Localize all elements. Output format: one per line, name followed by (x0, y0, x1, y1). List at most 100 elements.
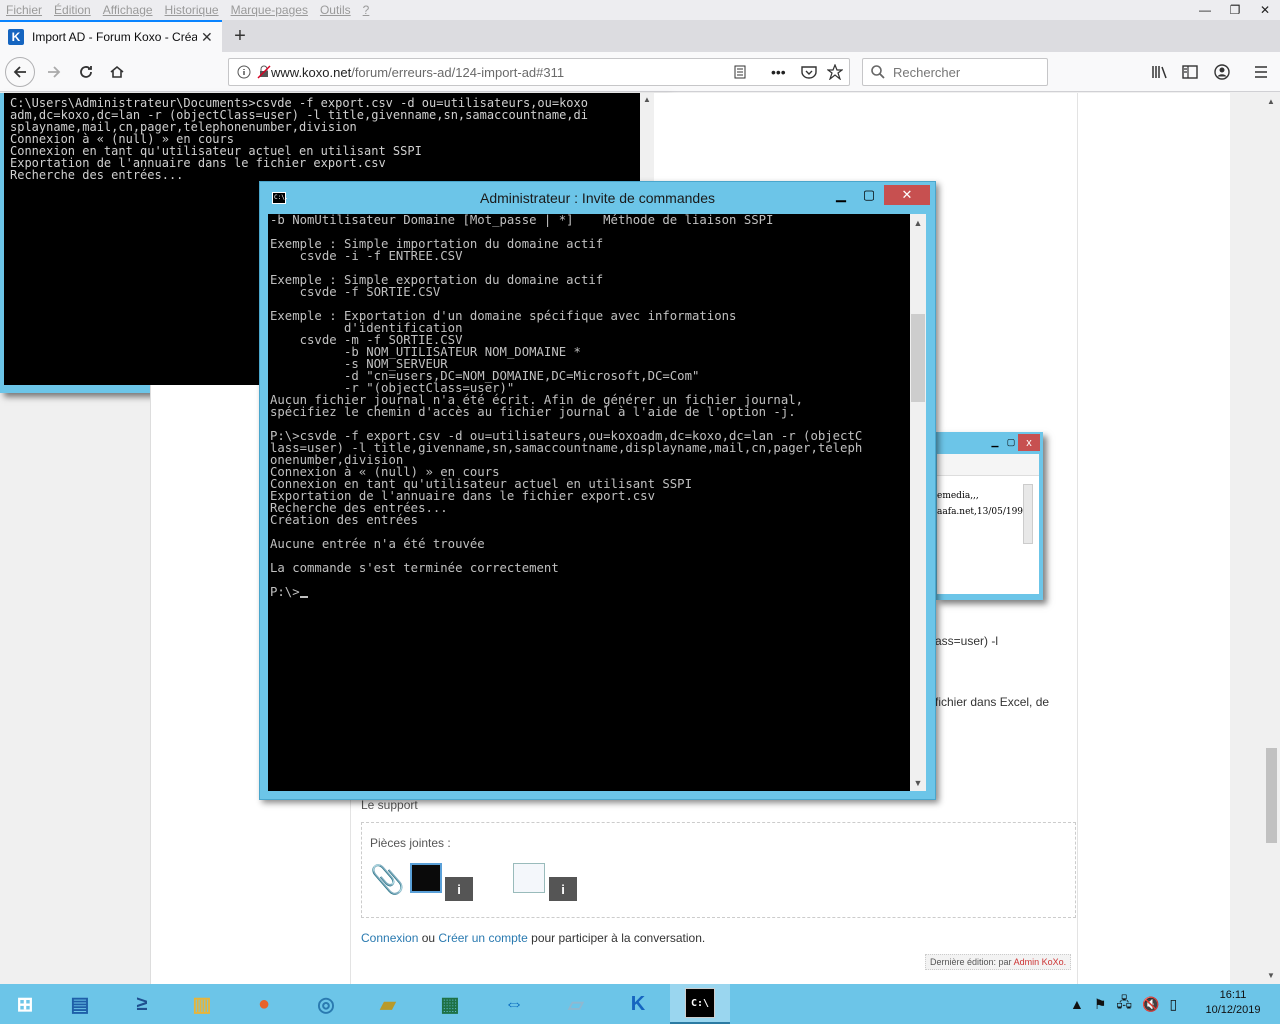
minimize-icon: ▁ (991, 436, 999, 447)
scroll-down-icon[interactable]: ▼ (910, 774, 926, 791)
menu-item-file[interactable]: Fichier (6, 3, 42, 17)
forward-arrow-icon (48, 66, 61, 78)
taskbar-teamviewer[interactable]: ⇔ (484, 984, 544, 1024)
signup-link[interactable]: Créer un compte (438, 931, 527, 945)
taskbar-notebook-app[interactable]: ▰ (358, 984, 418, 1024)
scrollbar-thumb[interactable] (911, 314, 925, 402)
sidebar-button[interactable] (1176, 58, 1204, 86)
account-button[interactable] (1208, 58, 1236, 86)
menu-item-edit[interactable]: Édition (54, 3, 91, 17)
close-tab-icon[interactable]: ✕ (201, 29, 213, 46)
notepad-app-icon: ▱ (568, 993, 584, 1016)
cmd-line: csvde -f SORTIE.CSV (270, 285, 441, 299)
page-actions-icon[interactable]: ••• (771, 64, 786, 80)
taskbar-notepad-app[interactable]: ▱ (546, 984, 606, 1024)
new-tab-button[interactable]: + (228, 24, 252, 48)
cmd-cursor (299, 596, 308, 598)
scroll-up-icon[interactable]: ▲ (1267, 97, 1275, 106)
page-scrollbar-thumb[interactable] (1266, 748, 1277, 843)
pocket-icon[interactable] (801, 65, 817, 79)
reader-view-icon[interactable] (733, 65, 747, 79)
taskbar-file-explorer[interactable]: ▥ (172, 984, 232, 1024)
firefox-icon: ● (257, 992, 271, 1015)
file-explorer-icon: ▥ (192, 993, 212, 1016)
clock[interactable]: 16:11 10/12/2019 (1200, 988, 1266, 1018)
close-window-button[interactable]: ✕ (1250, 0, 1280, 20)
login-link[interactable]: Connexion (361, 931, 418, 945)
last-edit-prefix: Dernière édition: par (930, 957, 1012, 967)
search-tool-icon: ◎ (317, 993, 335, 1016)
volume-muted-icon[interactable]: 🔇 (1142, 996, 1159, 1013)
tab-import-ad[interactable]: K Import AD - Forum Koxo - Créa ✕ (0, 20, 222, 52)
home-button[interactable] (103, 58, 131, 86)
cmd-maximize-button[interactable]: ▢ (856, 185, 882, 205)
cmd-output: -b NomUtilisateur Domaine [Mot_passe | *… (270, 214, 862, 598)
cmd-titlebar[interactable]: C:\. Administrateur : Invite de commande… (260, 182, 935, 214)
flag-icon[interactable]: ⚑ (1094, 996, 1107, 1013)
reload-button[interactable] (72, 58, 100, 86)
page-viewport: C:\Users\Administrateur\Documents>csvde … (0, 93, 1280, 984)
taskbar-start-button[interactable]: ⊞ (0, 984, 50, 1024)
forward-button[interactable] (40, 58, 68, 86)
notepad-line: emedia,,, (937, 491, 979, 501)
cmd-screen[interactable]: -b NomUtilisateur Domaine [Mot_passe | *… (268, 214, 910, 791)
notepad-titlebar: ▁ ▢ x (935, 432, 1043, 454)
cmd-line: La commande s'est terminée correctement (270, 561, 559, 575)
attachment-info-button[interactable]: i (445, 877, 473, 901)
clock-time: 16:11 (1219, 989, 1247, 1001)
page-scrollbar[interactable]: ▲ ▼ (1263, 93, 1280, 984)
last-edit-author-link[interactable]: Admin KoXo. (1014, 957, 1067, 967)
attachment-thumbnail-notepad[interactable] (513, 863, 545, 893)
bookmark-star-icon[interactable] (827, 64, 843, 80)
tray-expand-icon[interactable]: ▲ (1070, 996, 1084, 1012)
scroll-down-icon[interactable]: ▼ (1267, 971, 1275, 980)
attachment-thumbnail-console[interactable] (410, 863, 442, 893)
back-arrow-icon (13, 66, 26, 78)
navigation-bar: www.koxo.net/forum/erreurs-ad/124-import… (0, 52, 1280, 92)
taskbar-server-manager[interactable]: ▤ (50, 984, 110, 1024)
menu-item-help[interactable]: ? (363, 3, 370, 17)
taskbar-search-tool[interactable]: ◎ (296, 984, 356, 1024)
console-line: Recherche des entrées... (10, 168, 184, 182)
scroll-up-icon[interactable]: ▲ (910, 214, 926, 231)
home-icon (110, 65, 124, 78)
account-icon (1214, 64, 1230, 80)
cmd-prompt[interactable]: P:\> (270, 586, 862, 598)
menu-item-view[interactable]: Affichage (103, 3, 153, 17)
cmd-window: C:\. Administrateur : Invite de commande… (259, 181, 936, 800)
attachments-box: Pièces jointes : 📎 i i (361, 822, 1076, 918)
menu-item-tools[interactable]: Outils (320, 3, 351, 17)
menu-item-bookmarks[interactable]: Marque-pages (231, 3, 308, 17)
system-tray: ▲ ⚑ 🖧 🔇 ▯ (1070, 984, 1187, 1024)
network-icon[interactable]: 🖧 (1116, 992, 1132, 1016)
taskbar-firefox[interactable]: ● (234, 984, 294, 1024)
hamburger-icon (1255, 66, 1267, 78)
back-button[interactable] (5, 57, 35, 87)
url-path: /forum/erreurs-ad/124-import-ad#311 (351, 64, 565, 80)
cmd-minimize-button[interactable]: ▁ (828, 185, 854, 205)
cmd-close-button[interactable]: ✕ (884, 185, 930, 205)
library-button[interactable] (1146, 58, 1174, 86)
post-signature: Le support (361, 798, 418, 812)
insecure-lock-icon[interactable] (257, 65, 271, 79)
power-icon[interactable]: ▯ (1169, 996, 1177, 1013)
search-bar[interactable]: Rechercher (862, 58, 1048, 86)
taskbar-excel[interactable]: ▦ (420, 984, 480, 1024)
taskbar-koxo-app[interactable]: K (608, 984, 668, 1024)
restore-window-button[interactable]: ❐ (1220, 0, 1250, 20)
minimize-window-button[interactable]: — (1190, 0, 1220, 20)
menu-button[interactable] (1247, 58, 1275, 86)
address-bar[interactable]: www.koxo.net/forum/erreurs-ad/124-import… (228, 58, 850, 86)
cmd-app-icon: C:\ (685, 988, 715, 1018)
info-icon[interactable] (237, 65, 251, 79)
cmd-scrollbar[interactable]: ▲ ▼ (910, 214, 926, 791)
taskbar-powershell[interactable]: ≥ (112, 984, 172, 1024)
window-controls: — ❐ ✕ (1190, 0, 1280, 20)
taskbar-cmd-app[interactable]: C:\ (670, 984, 730, 1024)
menu-item-history[interactable]: Historique (165, 3, 219, 17)
powershell-icon: ≥ (136, 992, 148, 1015)
cmd-line (270, 574, 862, 586)
notepad-line: aafa.net,13/05/1992, (937, 507, 1032, 517)
cmd-line: Création des entrées (270, 513, 419, 527)
attachment-info-button[interactable]: i (549, 877, 577, 901)
